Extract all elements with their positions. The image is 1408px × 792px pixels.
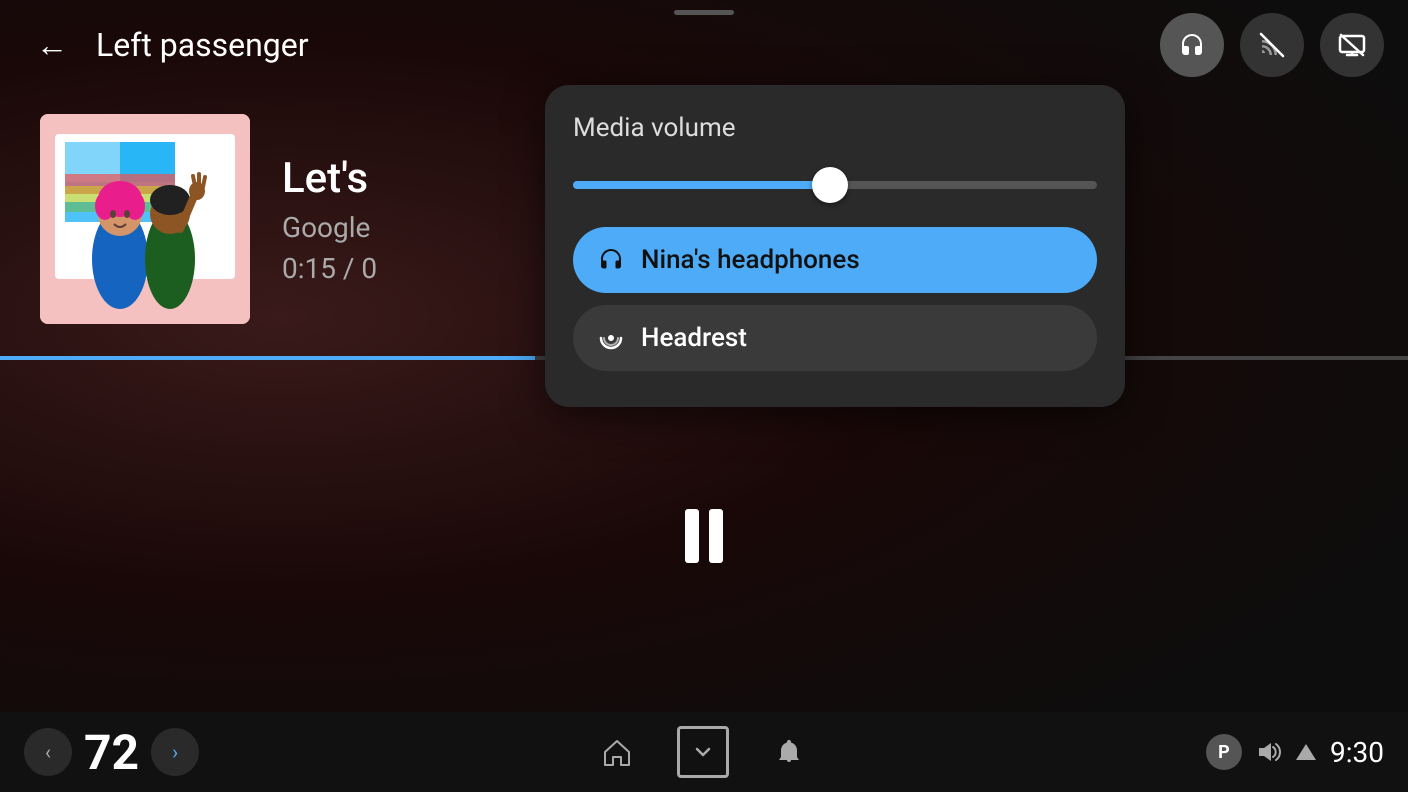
headphones-icon: [1177, 30, 1207, 60]
signal-icon: [1294, 740, 1318, 764]
cast-off-button[interactable]: [1240, 13, 1304, 77]
home-button[interactable]: [589, 724, 645, 780]
screen-off-button[interactable]: [1320, 13, 1384, 77]
headrest-option[interactable]: Headrest: [573, 305, 1097, 371]
header: ← Left passenger: [0, 0, 1408, 90]
header-icons: [1160, 13, 1384, 77]
collapse-icon: [691, 740, 715, 764]
p-badge: P: [1206, 734, 1242, 770]
headphones-button[interactable]: [1160, 13, 1224, 77]
speed-up-button[interactable]: ›: [151, 728, 199, 776]
bottom-nav: ‹ 72 › P 9:30: [0, 712, 1408, 792]
track-time: 0:15 / 0: [282, 252, 377, 285]
headrest-icon: [597, 324, 625, 352]
pause-bar-left: [685, 509, 699, 563]
progress-bar-fill: [0, 356, 535, 360]
album-art-image: [40, 114, 250, 324]
pause-bar-right: [709, 509, 723, 563]
headrest-label: Headrest: [641, 323, 747, 353]
volume-slider-track: [573, 181, 1097, 189]
ninas-headphones-option[interactable]: Nina's headphones: [573, 227, 1097, 293]
track-artist: Google: [282, 211, 377, 244]
volume-slider-thumb: [812, 167, 848, 203]
bottom-left: ‹ 72 ›: [24, 724, 199, 781]
cast-off-icon: [1257, 30, 1287, 60]
ninas-headphones-label: Nina's headphones: [641, 245, 860, 275]
track-info: Let's Google 0:15 / 0: [282, 154, 377, 285]
bottom-center: [589, 724, 817, 780]
volume-popup: Media volume Nina's headphones Headrest: [545, 85, 1125, 407]
album-art: [40, 114, 250, 324]
volume-label: Media volume: [573, 113, 1097, 143]
pause-button[interactable]: [685, 509, 723, 563]
home-icon: [601, 736, 633, 768]
collapse-button[interactable]: [677, 726, 729, 778]
bottom-right: P 9:30: [1206, 734, 1384, 770]
back-button[interactable]: ←: [24, 17, 80, 73]
screen-off-icon: [1337, 30, 1367, 60]
page-title: Left passenger: [96, 26, 309, 64]
speed-display: 72: [84, 724, 139, 781]
speed-down-button[interactable]: ‹: [24, 728, 72, 776]
volume-slider-fill: [573, 181, 830, 189]
time-display: 9:30: [1330, 736, 1384, 769]
volume-icon: [1254, 738, 1282, 766]
back-arrow-icon: ←: [36, 26, 68, 64]
bell-icon: [774, 737, 804, 767]
headphones-option-icon: [597, 246, 625, 274]
notifications-button[interactable]: [761, 724, 817, 780]
playback-controls: [0, 360, 1408, 712]
track-title: Let's: [282, 154, 377, 203]
volume-slider[interactable]: [573, 163, 1097, 207]
